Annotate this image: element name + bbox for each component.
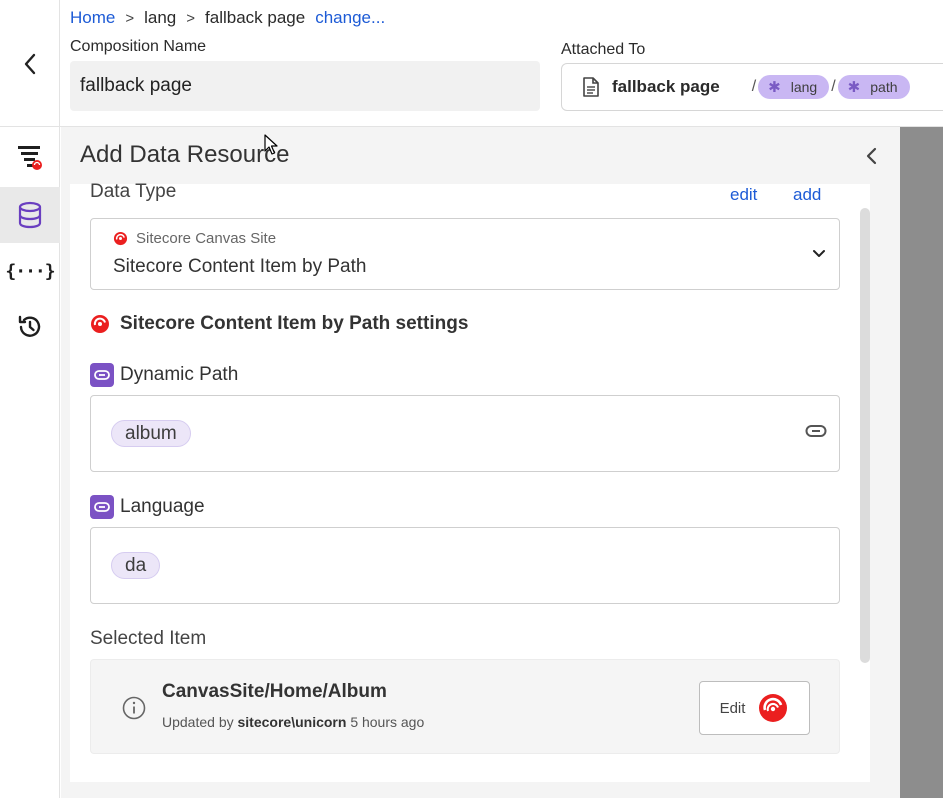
mouse-cursor-icon [264, 134, 278, 155]
dynamic-path-label-row: Dynamic Path [90, 363, 238, 387]
back-button[interactable] [0, 0, 60, 127]
selected-item-path: CanvasSite/Home/Album [162, 681, 387, 702]
canvas-overlay [900, 127, 943, 798]
rail-variables-button[interactable]: {···} [0, 243, 60, 299]
breadcrumb-home-link[interactable]: Home [70, 8, 115, 28]
dynamic-path-token[interactable]: album [111, 420, 191, 447]
link-chain-icon[interactable] [805, 424, 827, 438]
breadcrumb: Home > lang > fallback page change... [70, 8, 385, 28]
sitecore-logo-icon [113, 231, 128, 246]
data-type-label: Data Type [90, 181, 177, 202]
path-token-path[interactable]: ✱ path [837, 75, 910, 99]
header-bar: Home > lang > fallback page change... Co… [0, 0, 943, 127]
updated-by-user: sitecore\unicorn [237, 714, 347, 730]
edit-button-label: Edit [719, 699, 746, 717]
selected-item-card: CanvasSite/Home/Album Updated by sitecor… [90, 659, 840, 754]
sitecore-logo-icon [91, 315, 109, 333]
panel-scrollbar[interactable] [860, 208, 870, 663]
wildcard-icon: ✱ [768, 79, 781, 96]
dynamic-path-field[interactable]: album [90, 395, 840, 472]
data-type-select[interactable]: Sitecore Canvas Site Sitecore Content It… [90, 218, 840, 290]
updated-time: 5 hours ago [350, 714, 425, 730]
select-value: Sitecore Content Item by Path [113, 256, 367, 277]
selected-item-meta: Updated by sitecore\unicorn 5 hours ago [162, 714, 425, 730]
braces-icon: {···} [5, 260, 55, 282]
info-icon [122, 696, 146, 720]
rail-history-button[interactable] [0, 299, 60, 355]
rail-layout-button[interactable] [0, 127, 60, 187]
chevron-left-icon [24, 53, 35, 74]
link-badge-icon [90, 363, 114, 387]
panel-title: Add Data Resource [80, 141, 290, 168]
collapse-panel-chevron-icon[interactable] [860, 144, 884, 168]
add-data-type-link[interactable]: add [793, 185, 821, 205]
edit-item-button[interactable]: Edit [699, 681, 810, 735]
wildcard-icon: ✱ [847, 79, 861, 96]
settings-title: Sitecore Content Item by Path settings [120, 313, 469, 334]
composition-name-label: Composition Name [70, 38, 207, 55]
composition-name-input[interactable]: fallback page [70, 61, 540, 111]
layout-icon [18, 146, 42, 170]
breadcrumb-current-page: fallback page [205, 8, 306, 27]
language-token[interactable]: da [111, 552, 161, 579]
attached-to-label: Attached To [561, 41, 646, 58]
left-rail: {···} [0, 127, 60, 798]
language-label-row: Language [90, 495, 205, 519]
history-icon [18, 315, 41, 337]
sitecore-logo-icon [759, 694, 788, 722]
chevron-down-icon [813, 250, 825, 257]
breadcrumb-separator: > [186, 9, 196, 27]
edit-data-type-link[interactable]: edit [730, 185, 757, 205]
path-separator: / [751, 78, 757, 95]
change-page-link[interactable]: change... [315, 8, 385, 28]
breadcrumb-separator: > [125, 9, 135, 27]
attached-to-field[interactable]: fallback page / ✱ lang / ✱ path [561, 63, 943, 111]
language-label: Language [120, 496, 205, 517]
language-field[interactable]: da [90, 527, 840, 604]
database-icon [18, 201, 42, 229]
document-icon [583, 77, 599, 97]
rail-data-button[interactable] [0, 187, 60, 243]
select-site-row: Sitecore Canvas Site [113, 230, 276, 247]
path-separator: / [831, 78, 836, 95]
attached-page-name: fallback page [612, 77, 720, 96]
link-badge-icon [90, 495, 114, 519]
path-token-lang[interactable]: ✱ lang [758, 75, 830, 99]
settings-heading: Sitecore Content Item by Path settings [90, 313, 468, 335]
dynamic-path-label: Dynamic Path [120, 364, 239, 385]
select-site-name: Sitecore Canvas Site [136, 230, 277, 247]
breadcrumb-lang[interactable]: lang [144, 8, 176, 28]
selected-item-label: Selected Item [90, 628, 207, 649]
